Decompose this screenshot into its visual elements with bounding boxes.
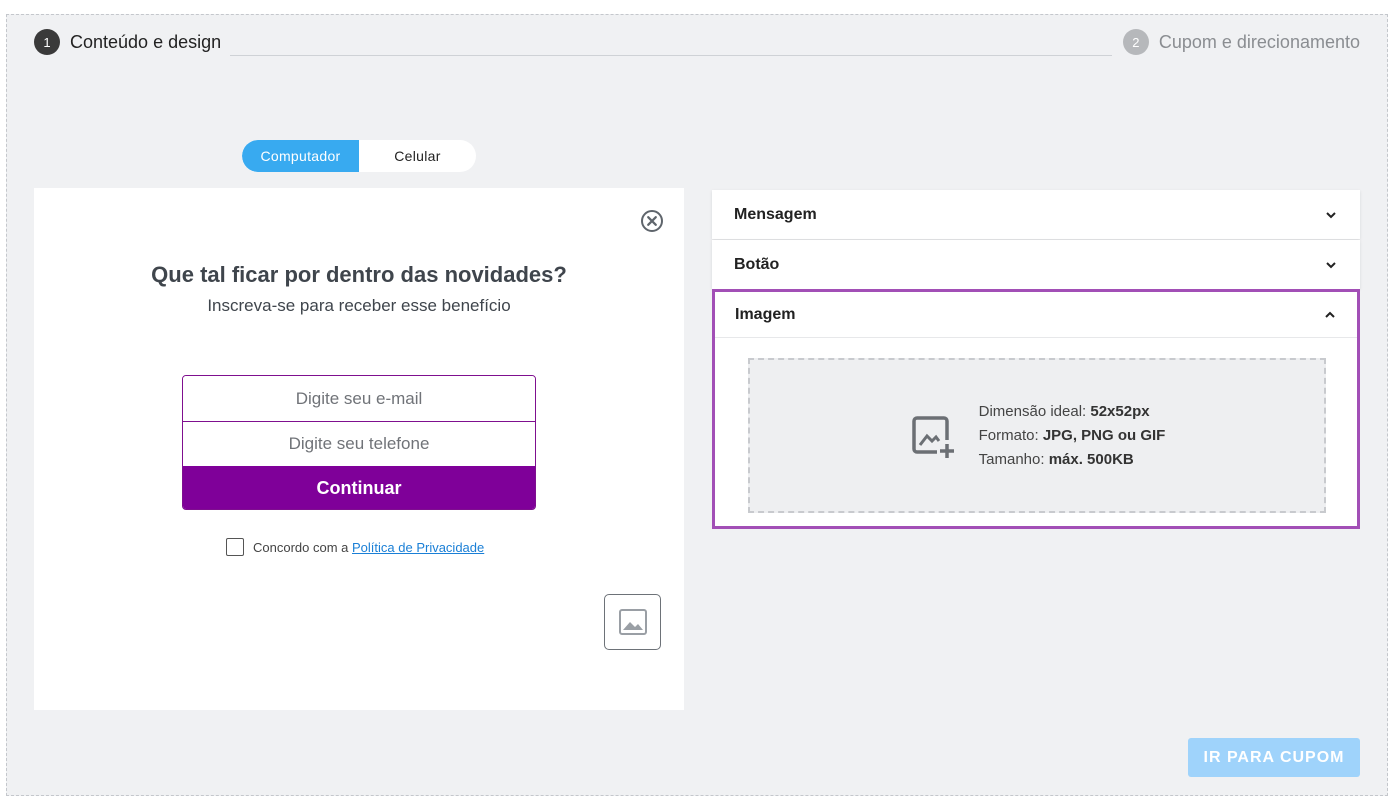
- step-content-design[interactable]: 1 Conteúdo e design: [34, 29, 221, 55]
- step-number: 1: [34, 29, 60, 55]
- toggle-mobile[interactable]: Celular: [359, 140, 476, 172]
- size-value: máx. 500KB: [1048, 450, 1134, 468]
- format-label: Formato:: [978, 426, 1043, 444]
- accordion-label: Botão: [734, 255, 780, 273]
- dimension-label: Dimensão ideal:: [978, 402, 1091, 420]
- go-to-coupon-button[interactable]: IR PARA CUPOM: [1188, 738, 1360, 777]
- upload-requirements: Dimensão ideal: 52x52px Formato: JPG, PN…: [979, 400, 1166, 472]
- size-label: Tamanho:: [978, 450, 1049, 468]
- stepper-connector: [230, 55, 1112, 56]
- accordion-header-botao[interactable]: Botão: [712, 240, 1360, 289]
- accordion-imagem: Imagem Dimensão ideal: 52x52px Formato: …: [712, 289, 1360, 529]
- add-image-icon: [911, 415, 954, 458]
- email-field[interactable]: Digite seu e-mail: [183, 376, 535, 421]
- step-number: 2: [1122, 29, 1149, 55]
- continue-button[interactable]: Continuar: [183, 466, 535, 509]
- step-label: Cupom e direcionamento: [1158, 31, 1360, 52]
- step-label: Conteúdo e design: [70, 31, 222, 52]
- image-placeholder[interactable]: [604, 594, 661, 650]
- accordion-label: Mensagem: [734, 205, 817, 223]
- privacy-consent: Concordo com a Política de Privacidade: [226, 538, 484, 556]
- chevron-up-icon: [1325, 311, 1335, 318]
- step-coupon-targeting[interactable]: 2 Cupom e direcionamento: [1122, 29, 1360, 55]
- accordion-mensagem: Mensagem: [712, 190, 1360, 239]
- chevron-down-icon: [1326, 261, 1336, 268]
- format-value: JPG, PNG ou GIF: [1042, 426, 1166, 444]
- consent-checkbox[interactable]: [226, 538, 244, 556]
- signup-form: Digite seu e-mail Digite seu telefone Co…: [182, 375, 536, 510]
- popup-preview: Que tal ficar por dentro das novidades? …: [34, 188, 684, 710]
- consent-label: Concordo com a: [253, 539, 352, 555]
- phone-field[interactable]: Digite seu telefone: [183, 421, 535, 466]
- privacy-policy-link[interactable]: Política de Privacidade: [352, 540, 484, 555]
- chevron-down-icon: [1326, 211, 1336, 218]
- image-icon: [618, 609, 647, 635]
- consent-text: Concordo com a Política de Privacidade: [253, 540, 484, 555]
- dimension-value: 52x52px: [1090, 402, 1150, 420]
- popup-subtitle: Inscreva-se para receber esse benefício: [207, 296, 511, 315]
- device-toggle: Computador Celular: [242, 140, 476, 172]
- image-upload-dropzone[interactable]: Dimensão ideal: 52x52px Formato: JPG, PN…: [748, 358, 1326, 513]
- close-circle-icon[interactable]: [640, 209, 664, 233]
- accordion-botao: Botão: [712, 240, 1360, 289]
- popup-title: Que tal ficar por dentro das novidades?: [151, 262, 567, 287]
- accordion-header-imagem[interactable]: Imagem: [715, 292, 1357, 338]
- accordion-header-mensagem[interactable]: Mensagem: [712, 190, 1360, 239]
- toggle-desktop[interactable]: Computador: [242, 140, 359, 172]
- accordion-label: Imagem: [735, 305, 796, 323]
